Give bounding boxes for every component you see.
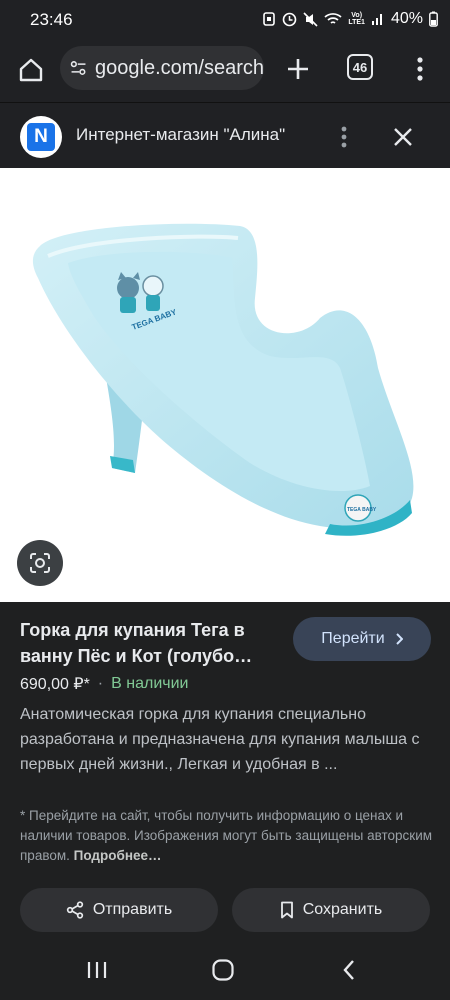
new-tab-button[interactable]: [280, 51, 316, 87]
more-link[interactable]: Подробнее…: [74, 848, 162, 863]
store-logo-mark: N: [27, 123, 55, 151]
more-vertical-icon: [341, 126, 347, 148]
tab-switcher-button[interactable]: 46: [347, 54, 373, 80]
product-image[interactable]: TEGA BABY TEGA BABY: [0, 168, 450, 602]
save-label: Сохранить: [302, 901, 383, 918]
save-button[interactable]: Сохранить: [232, 888, 430, 932]
chevron-right-icon: [395, 633, 403, 645]
share-label: Отправить: [92, 901, 173, 918]
more-vertical-icon: [417, 57, 423, 81]
browser-menu-button[interactable]: [408, 52, 432, 86]
share-button[interactable]: Отправить: [20, 888, 218, 932]
alarm-icon: [263, 12, 276, 26]
product-price: 690,00 ₽*: [20, 676, 90, 693]
home-button[interactable]: [14, 53, 48, 87]
store-panel-header: N Интернет-магазин "Алина": [0, 102, 450, 168]
status-time: 23:46: [30, 10, 73, 29]
home-icon: [19, 58, 43, 82]
panel-more-button[interactable]: [332, 121, 356, 153]
lens-icon: [30, 553, 50, 573]
volte-indicator: Vo) LTE1: [348, 12, 365, 26]
google-lens-button[interactable]: [17, 540, 63, 586]
status-bar: 23:46 Vo) LTE1 40%: [0, 0, 450, 40]
status-icons: Vo) LTE1 40%: [262, 10, 438, 28]
mute-icon: [303, 11, 318, 27]
back-icon: [343, 960, 354, 980]
browser-toolbar: google.com/search 46: [0, 40, 450, 102]
url-text: google.com/search: [95, 56, 264, 79]
share-icon: [66, 901, 83, 919]
separator: ·: [97, 675, 104, 692]
plus-icon: [288, 59, 308, 79]
signal-icon: [371, 14, 382, 25]
close-icon: [394, 128, 412, 146]
store-name[interactable]: Интернет-магазин "Алина": [76, 125, 285, 145]
price-row: 690,00 ₽* · В наличии: [20, 674, 188, 694]
product-title[interactable]: Горка для купания Тега в ванну Пёс и Кот…: [20, 617, 270, 669]
svg-text:TEGA BABY: TEGA BABY: [347, 507, 377, 513]
goto-button[interactable]: Перейти: [293, 617, 431, 661]
stock-status: В наличии: [111, 675, 189, 692]
system-nav-bar: [0, 940, 450, 1000]
site-settings-icon[interactable]: [70, 58, 87, 78]
product-description: Анатомическая горка для купания специаль…: [20, 706, 420, 773]
clock-icon: [283, 12, 297, 26]
back-button[interactable]: [334, 956, 364, 984]
recent-apps-button[interactable]: [82, 956, 112, 984]
battery-percent: 40%: [390, 10, 423, 27]
panel-close-button[interactable]: [388, 122, 418, 152]
home-circle-icon: [212, 959, 234, 981]
store-logo[interactable]: N: [20, 116, 62, 158]
address-bar[interactable]: google.com/search: [60, 46, 264, 90]
wifi-icon: [324, 13, 342, 24]
product-info: Горка для купания Тега в ванну Пёс и Кот…: [0, 602, 450, 940]
disclaimer-note: * Перейдите на сайт, чтобы получить инфо…: [20, 806, 435, 866]
goto-label: Перейти: [321, 630, 385, 647]
bookmark-icon: [280, 901, 293, 919]
bath-seat-image: TEGA BABY TEGA BABY: [32, 223, 414, 536]
battery-icon: [429, 11, 438, 27]
home-nav-button[interactable]: [208, 956, 238, 984]
recent-apps-icon: [87, 962, 107, 978]
